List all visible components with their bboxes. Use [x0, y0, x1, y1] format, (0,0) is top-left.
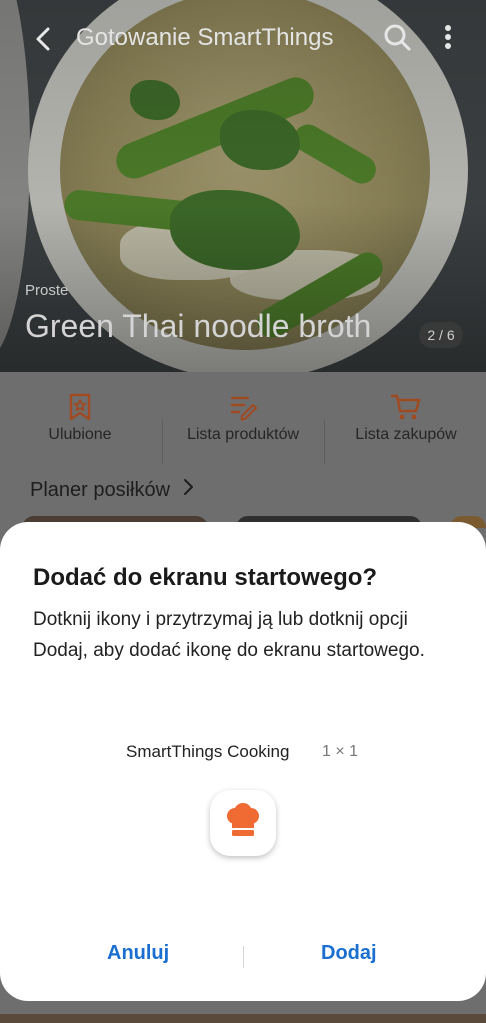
search-icon	[384, 24, 411, 51]
image-pager: 2 / 6	[419, 322, 463, 348]
recipe-actions: Ulubione Lista produktów Lista zakupów	[0, 392, 486, 464]
widget-name: SmartThings Cooking	[126, 742, 290, 761]
favorites-label: Ulubione	[48, 426, 112, 443]
search-button[interactable]	[382, 22, 412, 52]
back-button[interactable]	[30, 22, 60, 56]
favorites-button[interactable]: Ulubione	[0, 392, 160, 444]
product-list-button[interactable]: Lista produktów	[163, 392, 323, 444]
bookmark-star-icon	[69, 393, 91, 421]
recipe-hero-image[interactable]: Gotowanie SmartThings Proste Green Thai …	[0, 0, 486, 372]
more-vertical-icon	[445, 25, 451, 49]
recipe-name: Green Thai noodle broth	[25, 308, 372, 344]
more-options-button[interactable]	[440, 22, 456, 52]
chevron-right-icon	[183, 479, 193, 495]
meal-planner-link[interactable]: Planer posiłków	[30, 478, 196, 502]
app-shortcut-icon[interactable]	[210, 790, 276, 856]
shopping-list-label: Lista zakupów	[355, 426, 457, 443]
product-list-label: Lista produktów	[186, 426, 300, 443]
shopping-cart-icon	[390, 394, 421, 420]
button-divider	[243, 946, 244, 968]
edit-list-icon	[230, 396, 257, 421]
page-title: Gotowanie SmartThings	[76, 24, 334, 51]
divider	[324, 420, 325, 464]
add-to-home-dialog: Dodać do ekranu startowego? Dotknij ikon…	[0, 522, 486, 1001]
add-button[interactable]: Dodaj	[321, 942, 377, 965]
chef-hat-icon	[227, 803, 259, 836]
shopping-list-button[interactable]: Lista zakupów	[326, 392, 486, 444]
arrow-back-icon	[36, 27, 50, 51]
content-peek	[0, 1014, 486, 1023]
dialog-title: Dodać do ekranu startowego?	[33, 564, 378, 591]
cancel-button[interactable]: Anuluj	[107, 942, 169, 965]
dialog-message: Dotknij ikony i przytrzymaj ją lub dotkn…	[33, 609, 425, 661]
recipe-category: Proste	[25, 282, 69, 299]
widget-size: 1 × 1	[322, 743, 359, 760]
meal-planner-label: Planer posiłków	[30, 479, 171, 501]
